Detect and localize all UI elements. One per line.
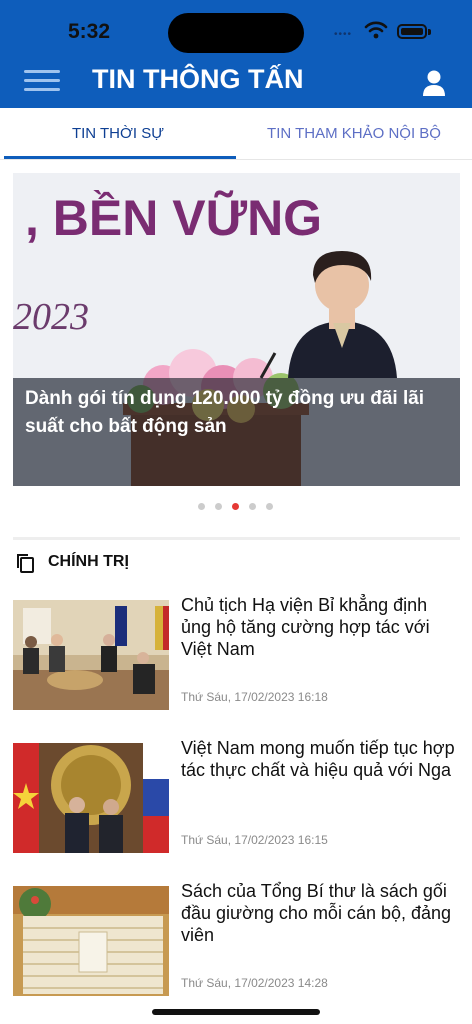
carousel-dot[interactable] <box>215 503 222 510</box>
article-item[interactable]: Việt Nam mong muốn tiếp tục hợp tác thực… <box>13 738 460 855</box>
article-date: Thứ Sáu, 17/02/2023 16:15 <box>181 833 328 847</box>
tab-tin-tham-khao-noi-bo[interactable]: TIN THAM KHẢO NỘI BỘ <box>236 108 472 160</box>
article-date: Thứ Sáu, 17/02/2023 14:28 <box>181 976 328 990</box>
tab-bar: TIN THỜI SỰ TIN THAM KHẢO NỘI BỘ <box>0 108 472 160</box>
tab-divider <box>0 159 472 160</box>
battery-icon <box>397 24 427 39</box>
copy-icon <box>17 554 34 573</box>
carousel-dot[interactable] <box>266 503 273 510</box>
dynamic-island <box>168 13 304 53</box>
hero-backdrop-year: 2023 <box>13 296 89 338</box>
wifi-icon <box>364 21 388 39</box>
tab-tin-thoi-su[interactable]: TIN THỜI SỰ <box>0 108 236 160</box>
hero-backdrop-text: , BỀN VỮNG <box>25 189 322 246</box>
hamburger-icon[interactable] <box>24 70 60 96</box>
carousel-dot-active[interactable] <box>232 503 239 510</box>
user-icon[interactable] <box>420 68 448 98</box>
carousel-dot[interactable] <box>198 503 205 510</box>
article-thumbnail <box>13 743 169 853</box>
section-divider <box>13 537 460 540</box>
hero-carousel-slide[interactable]: , BỀN VỮNG 2023 Dành gói tín dụng 120.00… <box>13 173 460 486</box>
hero-caption: Dành gói tín dụng 120.000 tỷ đồng ưu đãi… <box>25 388 425 437</box>
article-item[interactable]: Sách của Tổng Bí thư là sách gối đầu giư… <box>13 881 460 998</box>
article-title: Chủ tịch Hạ viện Bỉ khẳng định ủng hộ tă… <box>181 595 430 659</box>
home-indicator <box>152 1009 320 1015</box>
article-item[interactable]: Chủ tịch Hạ viện Bỉ khẳng định ủng hộ tă… <box>13 595 460 712</box>
section-title: CHÍNH TRỊ <box>48 553 129 570</box>
article-thumbnail <box>13 886 169 996</box>
carousel-dot[interactable] <box>249 503 256 510</box>
article-title: Sách của Tổng Bí thư là sách gối đầu giư… <box>181 881 452 945</box>
article-thumbnail <box>13 600 169 710</box>
article-date: Thứ Sáu, 17/02/2023 16:18 <box>181 690 328 704</box>
app-title: TIN THÔNG TẤN <box>92 64 304 94</box>
article-title: Việt Nam mong muốn tiếp tục hợp tác thực… <box>181 738 455 780</box>
battery-tip <box>428 29 431 35</box>
status-time: 5:32 <box>68 20 111 43</box>
signal-icon: •••• <box>334 29 353 40</box>
